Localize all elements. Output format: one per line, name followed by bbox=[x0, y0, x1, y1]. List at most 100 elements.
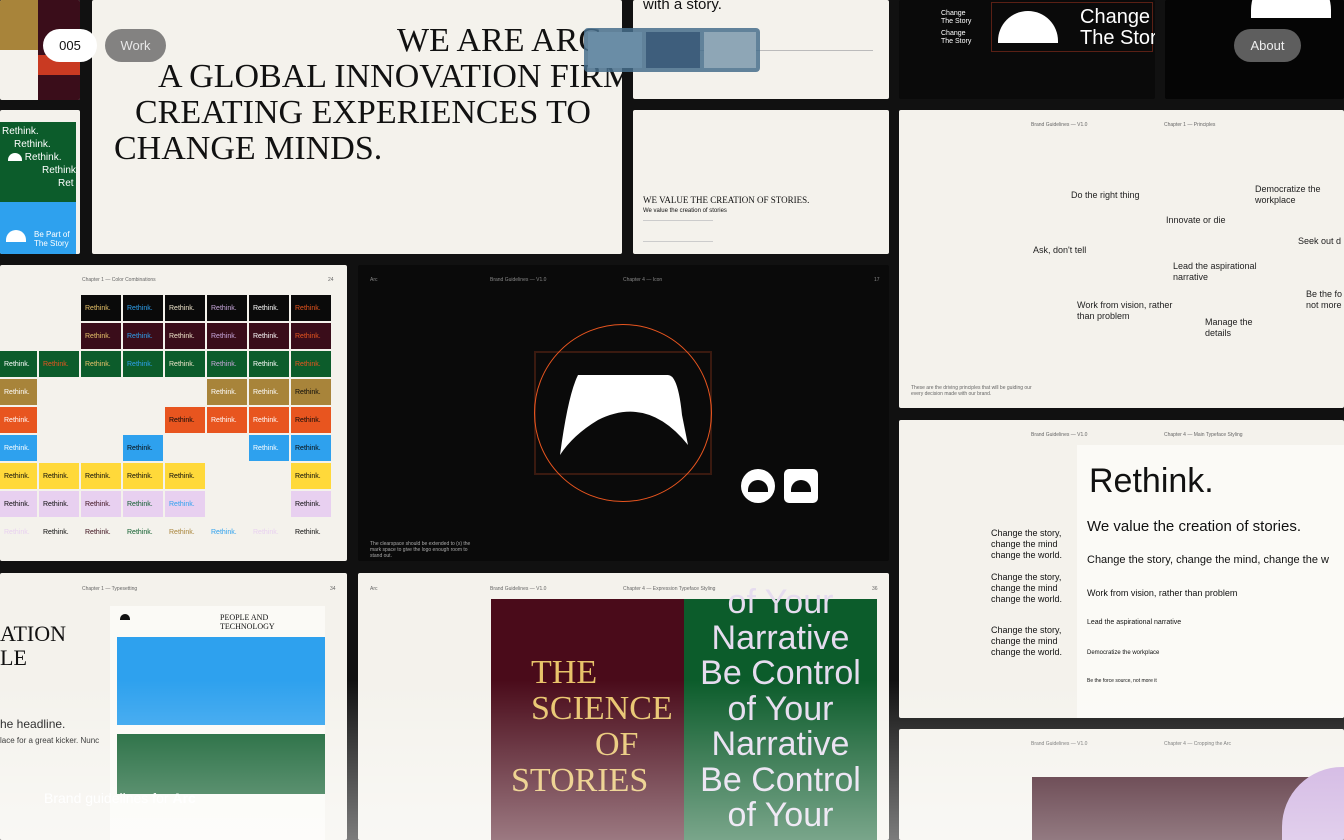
color-combo-swatch: Rethink. bbox=[0, 435, 37, 461]
h3-sample: Work from vision, rather than problem bbox=[1087, 588, 1238, 598]
principle-item: Innovate or die bbox=[1166, 215, 1226, 225]
color-combo-swatch: Rethink. bbox=[249, 351, 289, 377]
color-combo-swatch: Rethink. bbox=[291, 519, 331, 545]
arc-logo-icon bbox=[8, 153, 22, 162]
caption-client: Arc bbox=[172, 790, 196, 806]
color-combo-swatch: Rethink. bbox=[207, 323, 247, 349]
cropping-card: Brand Guidelines — V1.0 Chapter 4 — Crop… bbox=[899, 729, 1344, 840]
narrative-line: Be Control bbox=[700, 760, 861, 799]
values-subheading: We value the creation of stories bbox=[643, 208, 727, 214]
small-logo-text: Change The Story bbox=[941, 10, 972, 25]
color-combo-swatch: Rethink. bbox=[249, 435, 289, 461]
poster-title: PEOPLE AND TECHNOLOGY bbox=[220, 613, 275, 631]
color-combo-swatch: Rethink. bbox=[0, 519, 37, 545]
h1-sample: We value the creation of stories. bbox=[1087, 518, 1301, 535]
thumb-1 bbox=[588, 32, 642, 68]
sample-paragraph: Change the story, change the mind change… bbox=[991, 625, 1063, 657]
expr-header-left: Arc bbox=[370, 586, 378, 592]
color-combo-swatch: Rethink. bbox=[165, 407, 205, 433]
typesetting-headline: he headline. bbox=[0, 717, 66, 731]
color-combo-swatch: Rethink. bbox=[291, 435, 331, 461]
principles-footer: These are the driving principles that wi… bbox=[911, 385, 1032, 397]
principle-item: Manage the details bbox=[1205, 317, 1253, 338]
hero-line-2: A GLOBAL INNOVATION FIRM bbox=[158, 58, 622, 95]
arc-logo-icon bbox=[6, 230, 26, 242]
color-combos-page: 24 bbox=[328, 277, 334, 283]
icon-header-mid: Brand Guidelines — V1.0 bbox=[490, 277, 547, 283]
type-header-mid: Brand Guidelines — V1.0 bbox=[1031, 432, 1088, 438]
work-button[interactable]: Work bbox=[105, 29, 166, 62]
hero-line-3: CREATING EXPERIENCES TO bbox=[135, 94, 591, 131]
color-combo-swatch: Rethink. bbox=[123, 351, 163, 377]
color-combo-swatch: Rethink. bbox=[39, 491, 79, 517]
science-line: SCIENCE bbox=[531, 690, 673, 727]
icon-page: 17 bbox=[874, 277, 880, 283]
color-combo-swatch: Rethink. bbox=[0, 463, 37, 489]
typesetting-header: Chapter 1 — Typesetting bbox=[82, 586, 138, 592]
principle-item: Ask, don't tell bbox=[1033, 245, 1087, 255]
color-combo-swatch: Rethink. bbox=[207, 351, 247, 377]
logo-round-icon bbox=[741, 469, 775, 503]
display-sample: Rethink. bbox=[1089, 462, 1214, 500]
color-combo-swatch: Rethink. bbox=[0, 407, 37, 433]
preview-thumbnail[interactable] bbox=[584, 28, 760, 72]
principle-item: Work from vision, rather than problem bbox=[1077, 300, 1173, 321]
science-line: OF bbox=[595, 726, 639, 763]
gold-block bbox=[0, 0, 38, 50]
color-combo-swatch: Rethink. bbox=[123, 295, 163, 321]
be-part-blue-card: Be Part of The Story bbox=[0, 202, 76, 254]
color-combo-swatch: Rethink. bbox=[81, 351, 121, 377]
expression-type-card: Arc Brand Guidelines — V1.0 Chapter 4 — … bbox=[358, 573, 889, 840]
color-combo-swatch: Rethink. bbox=[291, 407, 331, 433]
rethink-line: Rethink. bbox=[2, 151, 76, 164]
color-combo-swatch: Rethink. bbox=[39, 463, 79, 489]
sample-paragraph: Change the story, change the mind change… bbox=[991, 572, 1063, 604]
h6-sample: Be the force source, not more it bbox=[1087, 678, 1157, 684]
hero-card: WE ARE ARC A GLOBAL INNOVATION FIRM CREA… bbox=[92, 0, 622, 254]
color-combo-swatch: Rethink. bbox=[0, 379, 37, 405]
thumb-2 bbox=[646, 32, 700, 68]
type-header-right: Chapter 4 — Main Typeface Styling bbox=[1164, 432, 1243, 438]
arc-logo-icon bbox=[1251, 0, 1331, 18]
type-styling-card: Brand Guidelines — V1.0 Chapter 4 — Main… bbox=[899, 420, 1344, 718]
hero-line-4: CHANGE MINDS. bbox=[114, 130, 383, 167]
principles-header-left: Brand Guidelines — V1.0 bbox=[1031, 122, 1088, 128]
icon-footnote: The clearspace should be extended to (x)… bbox=[370, 541, 471, 559]
color-combo-swatch: Rethink. bbox=[291, 351, 331, 377]
about-button[interactable]: About bbox=[1234, 29, 1301, 62]
poster-green-block bbox=[117, 734, 325, 794]
expr-header-mid: Brand Guidelines — V1.0 bbox=[490, 586, 547, 592]
color-combo-swatch: Rethink. bbox=[123, 491, 163, 517]
color-combo-swatch: Rethink. bbox=[249, 323, 289, 349]
small-logo-stack: Change The Story Change The Story bbox=[919, 10, 979, 46]
color-combo-swatch: Rethink. bbox=[165, 323, 205, 349]
principle-item: Seek out d bbox=[1298, 236, 1342, 246]
color-combo-swatch: Rethink. bbox=[81, 295, 121, 321]
narrative-line: of Your bbox=[727, 689, 834, 728]
color-combo-swatch: Rethink. bbox=[0, 491, 37, 517]
color-combo-swatch: Rethink. bbox=[291, 463, 331, 489]
arc-logo-icon bbox=[791, 480, 811, 492]
color-combo-swatch: Rethink. bbox=[291, 295, 331, 321]
science-line: STORIES bbox=[511, 762, 649, 799]
color-combo-swatch: Rethink. bbox=[291, 379, 331, 405]
principle-item: Democratize the workplace bbox=[1255, 184, 1321, 205]
project-number-badge: 005 bbox=[43, 29, 97, 62]
maroon-poster: THE SCIENCE OF STORIES bbox=[491, 599, 684, 840]
narrative-line: of Your bbox=[727, 796, 834, 834]
narrative-line: Narrative bbox=[711, 725, 850, 763]
color-combo-swatch: Rethink. bbox=[165, 351, 205, 377]
color-combo-swatch: Rethink. bbox=[165, 491, 205, 517]
narrative-line: of Your bbox=[727, 583, 834, 621]
h5-sample: Democratize the workplace bbox=[1087, 650, 1160, 656]
arc-logo-icon bbox=[748, 480, 768, 492]
rethink-green-card: Rethink. Rethink. Rethink. Rethink Ret bbox=[0, 122, 76, 206]
hero-line-1: WE ARE ARC bbox=[397, 22, 602, 59]
science-line: THE bbox=[531, 654, 598, 691]
be-part-text: Be Part of The Story bbox=[34, 230, 70, 248]
crop-header-mid: Brand Guidelines — V1.0 bbox=[1031, 741, 1088, 747]
icon-header-left: Arc bbox=[370, 277, 378, 283]
typesetting-big-line: ATION bbox=[0, 621, 66, 646]
crop-header-right: Chapter 4 — Cropping the Arc bbox=[1164, 741, 1231, 747]
icon-header-right: Chapter 4 — Icon bbox=[623, 277, 663, 283]
